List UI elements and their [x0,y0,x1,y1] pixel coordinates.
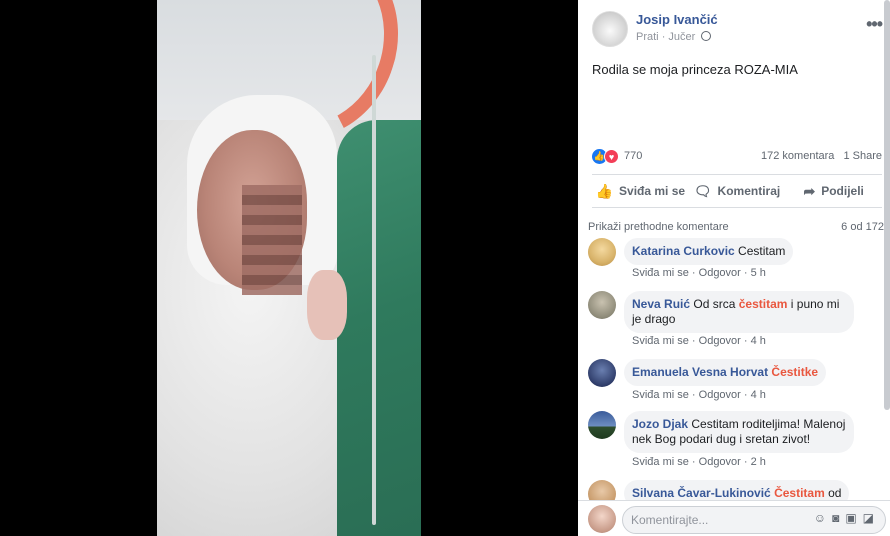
photo-pixelated-blur [242,185,302,295]
comment-time[interactable]: 5 h [751,267,766,279]
commenter-name[interactable]: Emanuela Vesna Horvat [632,365,768,379]
like-button-label: Sviđa mi se [619,184,686,198]
share-icon: ➦ [803,182,816,199]
commenter-avatar[interactable] [588,480,616,500]
post-header: Josip Ivančić Prati · Jučer ••• [592,8,883,48]
comment-composer: Komentirajte... ☺◙▣◪ [578,500,890,536]
commenter-name[interactable]: Katarina Curkovic [632,244,735,258]
comment-highlight[interactable]: Čestitam [774,486,825,500]
share-count[interactable]: 1 Share [843,150,882,162]
photo-viewer [0,0,578,536]
comment-bubble: Katarina Curkovic Cestitam [624,238,794,265]
comment-reply-link[interactable]: Odgovor [699,456,741,468]
comment-button[interactable]: 🗨 Komentiraj [689,175,786,207]
comment-bubble: Jozo Djak Cestitam roditeljima! Malenoj … [624,411,854,453]
scrollbar[interactable] [884,0,890,410]
comment-text-end: od [824,486,842,500]
author-avatar[interactable] [592,11,628,47]
comment: Silvana Čavar-Lukinović Čestitam od [588,480,878,500]
thumb-icon: 👍 [595,182,614,199]
commenter-avatar[interactable] [588,238,616,266]
comment-reply-link[interactable]: Odgovor [699,389,741,401]
my-avatar[interactable] [588,505,616,533]
comment-bubble: Neva Ruić Od srca čestitam i puno mi je … [624,291,854,333]
reactions-bar: 👍 ♥ 770 172 komentara 1 Share [592,148,882,166]
commenter-name[interactable]: Neva Ruić [632,297,690,311]
action-bar: 👍 Sviđa mi se 🗨 Komentiraj ➦ Podijeli [592,174,882,208]
post-photo[interactable] [157,0,421,536]
previous-comments-link[interactable]: Prikaži prethodne komentare [588,221,729,233]
camera-icon[interactable]: ◙ [832,511,845,525]
comment-button-label: Komentiraj [717,184,781,198]
share-button-label: Podijeli [821,184,864,198]
commenter-avatar[interactable] [588,411,616,439]
comment-like-link[interactable]: Sviđa mi se [632,335,689,347]
comment-like-link[interactable]: Sviđa mi se [632,389,689,401]
follow-link[interactable]: Prati [636,31,659,43]
love-icon: ♥ [604,149,619,164]
post-time[interactable]: Jučer [668,31,695,43]
photo-green-drape [337,120,421,536]
comment-like-link[interactable]: Sviđa mi se [632,456,689,468]
commenter-name[interactable]: Jozo Djak [632,417,688,431]
commenter-avatar[interactable] [588,291,616,319]
post-text: Rodila se moja princeza ROZA-MIA [592,62,798,77]
comment-bubble: Emanuela Vesna Horvat Čestitke [624,359,827,386]
counts: 172 komentara 1 Share [761,150,882,162]
comment-time[interactable]: 2 h [751,456,766,468]
comment-time[interactable]: 4 h [751,389,766,401]
comments-pager: 6 od 172 [841,221,884,233]
comment-text: Cestitam [738,244,786,258]
globe-icon [701,31,712,41]
post-panel: Josip Ivančić Prati · Jučer ••• Rodila s… [578,0,890,536]
commenter-avatar[interactable] [588,359,616,387]
comment: Katarina Curkovic Cestitam Sviđa mi se ·… [588,238,878,286]
more-icon[interactable]: ••• [866,14,883,35]
photo-tube [372,55,376,525]
comment-actions: Sviđa mi se · Odgovor · 4 h [632,335,766,347]
comment-actions: Sviđa mi se · Odgovor · 5 h [632,267,766,279]
like-button[interactable]: 👍 Sviđa mi se [592,175,689,207]
gif-icon[interactable]: ▣ [845,511,862,525]
emoji-icon[interactable]: ☺ [814,511,832,525]
comment-count[interactable]: 172 komentara [761,150,834,162]
comment-reply-link[interactable]: Odgovor [699,267,741,279]
comment-actions: Sviđa mi se · Odgovor · 4 h [632,389,766,401]
post-meta: Prati · Jučer [636,31,712,43]
comment-icon: 🗨 [693,182,712,199]
photo-baby-hand [307,270,347,340]
composer-icons: ☺◙▣◪ [814,511,880,525]
reaction-count[interactable]: 770 [624,150,642,162]
comment-highlight[interactable]: čestitam [739,297,788,311]
commenter-name[interactable]: Silvana Čavar-Lukinović [632,486,771,500]
comment-time[interactable]: 4 h [751,335,766,347]
comment-text: Od srca [693,297,739,311]
comment-bubble: Silvana Čavar-Lukinović Čestitam od [624,480,850,500]
share-button[interactable]: ➦ Podijeli [785,175,882,207]
comment-highlight[interactable]: Čestitke [771,365,818,379]
comment: Emanuela Vesna Horvat Čestitke Sviđa mi … [588,359,878,405]
comment: Neva Ruić Od srca čestitam i puno mi je … [588,291,878,351]
author-name[interactable]: Josip Ivančić [636,12,718,27]
sticker-icon[interactable]: ◪ [863,511,880,525]
comment: Jozo Djak Cestitam roditeljima! Malenoj … [588,411,878,471]
comment-like-link[interactable]: Sviđa mi se [632,267,689,279]
comment-reply-link[interactable]: Odgovor [699,335,741,347]
comment-actions: Sviđa mi se · Odgovor · 2 h [632,456,766,468]
